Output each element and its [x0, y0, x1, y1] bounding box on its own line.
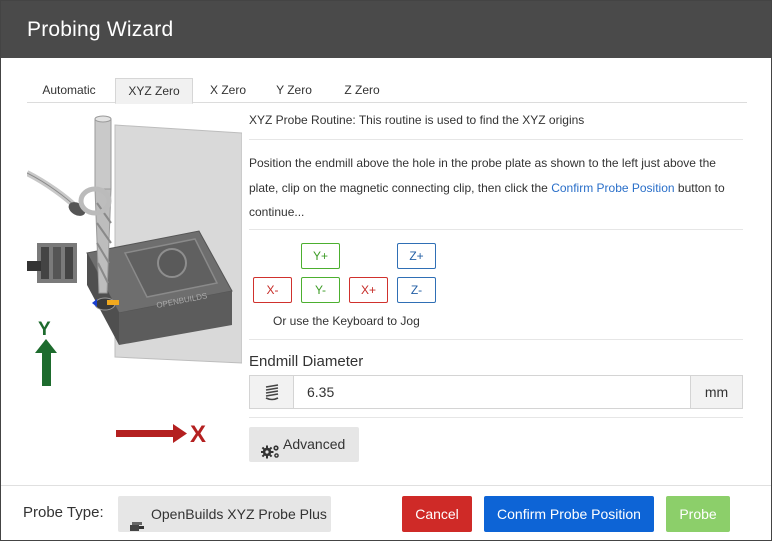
advanced-button[interactable]: Advanced	[249, 427, 359, 462]
divider	[249, 139, 743, 140]
confirm-probe-position-button[interactable]: Confirm Probe Position	[484, 496, 654, 532]
jog-z-minus-button[interactable]: Z-	[397, 277, 436, 303]
divider	[249, 339, 743, 340]
confirm-probe-position-link[interactable]: Confirm Probe Position	[551, 181, 674, 195]
endmill-diameter-label: Endmill Diameter	[249, 353, 364, 370]
instructions-text: Position the endmill above the hole in t…	[249, 151, 743, 225]
tab-z-zero[interactable]: Z Zero	[330, 78, 394, 103]
probe-type-select[interactable]: OpenBuilds XYZ Probe Plus	[118, 496, 331, 532]
title-bar: Probing Wizard	[1, 1, 771, 58]
endmill-diameter-group: mm	[249, 375, 743, 409]
cancel-button[interactable]: Cancel	[402, 496, 472, 532]
probe-icon	[130, 509, 144, 541]
advanced-label: Advanced	[283, 436, 346, 452]
divider	[249, 229, 743, 230]
probe-plate-illustration: OPENBUILDS Y X	[25, 115, 243, 448]
jog-x-plus-button[interactable]: X+	[349, 277, 388, 303]
probe-type-label: Probe Type:	[23, 504, 104, 521]
divider	[249, 417, 743, 418]
routine-description: XYZ Probe Routine: This routine is used …	[249, 113, 585, 127]
gears-icon	[260, 437, 281, 472]
tab-xyz-zero[interactable]: XYZ Zero	[115, 78, 193, 104]
y-axis-label: Y	[38, 319, 51, 340]
dialog-title: Probing Wizard	[27, 18, 174, 41]
keyboard-jog-hint: Or use the Keyboard to Jog	[273, 314, 420, 328]
endmill-diameter-input[interactable]	[295, 376, 690, 408]
jog-x-minus-button[interactable]: X-	[253, 277, 292, 303]
probe-type-value: OpenBuilds XYZ Probe Plus	[151, 506, 327, 522]
endmill-icon	[250, 376, 294, 408]
tab-automatic[interactable]: Automatic	[27, 78, 111, 103]
probing-wizard-dialog: Probing Wizard Automatic XYZ Zero X Zero…	[0, 0, 772, 541]
jog-y-plus-button[interactable]: Y+	[301, 243, 340, 269]
jog-z-plus-button[interactable]: Z+	[397, 243, 436, 269]
probe-illustration: OPENBUILDS Y X	[25, 113, 243, 478]
probe-mode-tabs: Automatic XYZ Zero X Zero Y Zero Z Zero	[27, 78, 747, 104]
jog-y-minus-button[interactable]: Y-	[301, 277, 340, 303]
endmill-unit: mm	[690, 376, 742, 408]
tab-y-zero[interactable]: Y Zero	[263, 78, 325, 103]
probe-button[interactable]: Probe	[666, 496, 730, 532]
tab-x-zero[interactable]: X Zero	[197, 78, 259, 103]
x-axis-label: X	[190, 421, 206, 448]
footer-divider	[1, 485, 771, 486]
